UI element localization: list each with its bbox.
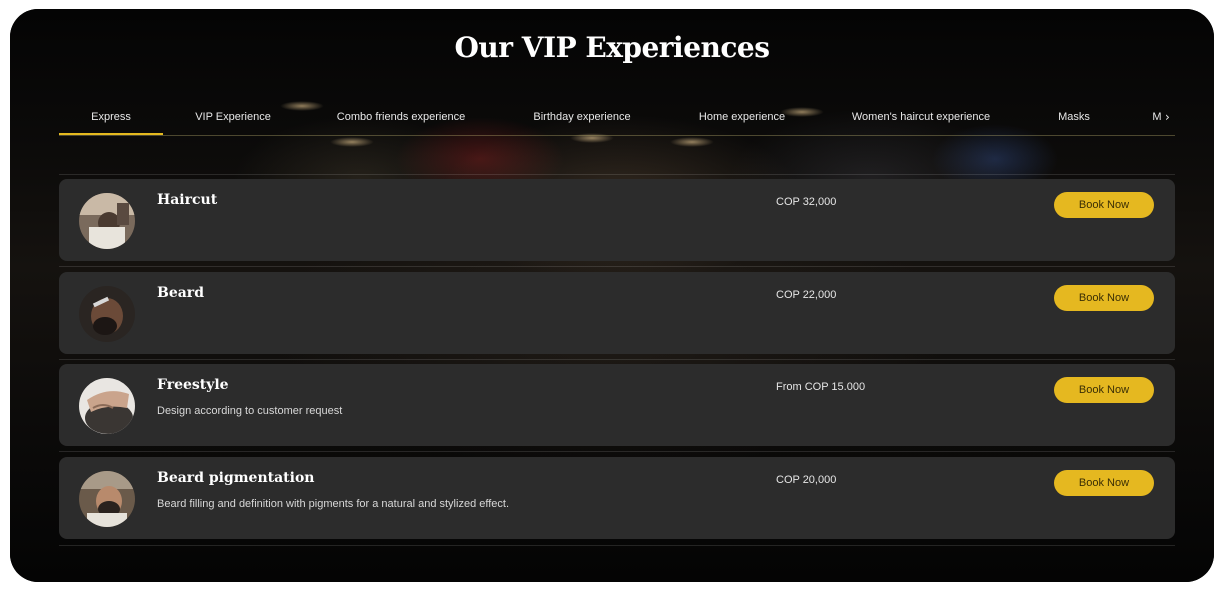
service-price: COP 20,000 bbox=[776, 474, 837, 486]
tab-vip-experience[interactable]: VIP Experience bbox=[187, 105, 279, 135]
service-card-freestyle: Freestyle Design according to customer r… bbox=[59, 364, 1175, 446]
service-name: Haircut bbox=[157, 192, 218, 208]
tab-express[interactable]: Express bbox=[59, 105, 163, 135]
beard-pigmentation-photo bbox=[79, 471, 135, 527]
service-name: Freestyle bbox=[157, 377, 229, 393]
tab-combo-friends-experience[interactable]: Combo friends experience bbox=[327, 105, 475, 135]
vip-experiences-section: Our VIP Experiences Express VIP Experien… bbox=[10, 9, 1214, 582]
tab-more[interactable]: M bbox=[1151, 105, 1163, 135]
service-price: From COP 15.000 bbox=[776, 381, 866, 393]
service-description: Design according to customer request bbox=[157, 405, 343, 417]
divider bbox=[59, 174, 1175, 175]
book-now-button[interactable]: Book Now bbox=[1054, 285, 1154, 311]
chevron-right-icon[interactable]: › bbox=[1165, 105, 1170, 129]
haircut-photo bbox=[79, 193, 135, 249]
freestyle-photo bbox=[79, 378, 135, 434]
book-now-button[interactable]: Book Now bbox=[1054, 377, 1154, 403]
section-title: Our VIP Experiences bbox=[454, 31, 771, 64]
divider bbox=[59, 451, 1175, 452]
service-name: Beard bbox=[157, 285, 204, 301]
tab-masks[interactable]: Masks bbox=[1049, 105, 1099, 135]
service-price: COP 22,000 bbox=[776, 289, 837, 301]
experience-tabs: Express VIP Experience Combo friends exp… bbox=[59, 105, 1175, 136]
tab-womens-haircut-experience[interactable]: Women's haircut experience bbox=[841, 105, 1001, 135]
service-description: Beard filling and definition with pigmen… bbox=[157, 498, 509, 510]
book-now-button[interactable]: Book Now bbox=[1054, 192, 1154, 218]
service-card-beard-pigmentation: Beard pigmentation Beard filling and def… bbox=[59, 457, 1175, 539]
tab-birthday-experience[interactable]: Birthday experience bbox=[527, 105, 637, 135]
book-now-button[interactable]: Book Now bbox=[1054, 470, 1154, 496]
beard-photo bbox=[79, 286, 135, 342]
service-card-haircut: Haircut COP 32,000 Book Now bbox=[59, 179, 1175, 261]
divider bbox=[59, 266, 1175, 267]
service-name: Beard pigmentation bbox=[157, 470, 315, 486]
divider bbox=[59, 359, 1175, 360]
service-card-beard: Beard COP 22,000 Book Now bbox=[59, 272, 1175, 354]
service-price: COP 32,000 bbox=[776, 196, 837, 208]
divider bbox=[59, 545, 1175, 546]
tab-home-experience[interactable]: Home experience bbox=[691, 105, 793, 135]
